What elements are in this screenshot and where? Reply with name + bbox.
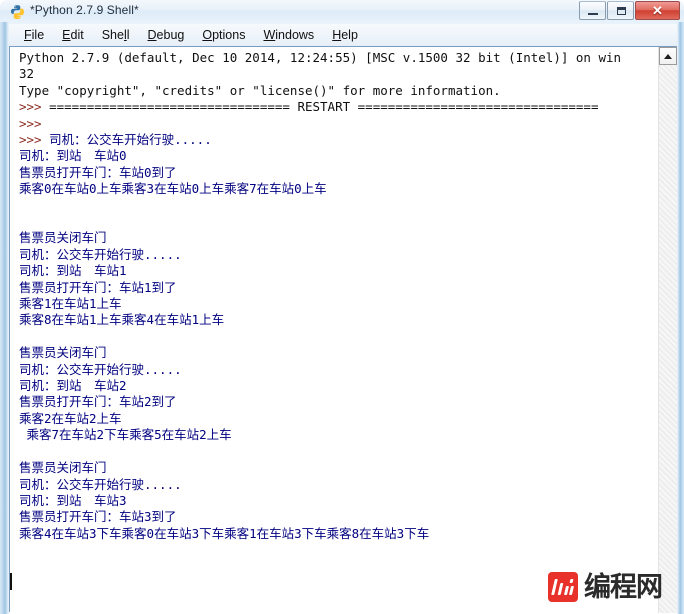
console-line: 售票员打开车门：车站2到了 <box>19 394 177 410</box>
menu-item-file[interactable]: File <box>15 26 53 44</box>
console-line: 司机：到站 车站1 <box>19 263 127 279</box>
minimize-icon <box>588 13 598 15</box>
window-frame-right <box>677 22 684 614</box>
console-line: 司机：公交车开始行驶..... <box>19 361 182 377</box>
maximize-button[interactable] <box>607 1 634 20</box>
prompt-marker: >>> <box>19 99 42 115</box>
console-line: 售票员关闭车门 <box>19 460 107 476</box>
console-line-text: 司机：公交车开始行驶..... <box>41 132 212 148</box>
scroll-up-button[interactable] <box>659 47 677 65</box>
console-line: >>> <box>19 116 658 132</box>
watermark: 编程网 <box>548 571 663 603</box>
prompt-marker: >>> <box>19 115 42 131</box>
scroll-up-arrow-icon <box>664 53 672 59</box>
menu-bar: File Edit Shell Debug Options Windows He… <box>9 24 677 46</box>
menu-item-debug[interactable]: Debug <box>139 26 194 44</box>
console-line: 32 <box>19 66 35 82</box>
console-line: 司机：公交车开始行驶..... <box>19 246 182 262</box>
console-line: Type "copyright", "credits" or "license(… <box>19 82 501 98</box>
python-idle-icon <box>9 4 25 20</box>
window-title: *Python 2.7.9 Shell* <box>30 3 139 17</box>
watermark-text: 编程网 <box>584 571 663 603</box>
console-line: 乘客7在车站2下车乘客5在车站2上车 <box>19 427 232 443</box>
console-output[interactable]: Python 2.7.9 (default, Dec 10 2014, 12:2… <box>10 47 658 613</box>
menu-item-help[interactable]: Help <box>323 26 367 44</box>
console-line: 司机：到站 车站2 <box>19 378 127 394</box>
console-line: 司机：到站 车站0 <box>19 148 127 164</box>
scrollbar-track[interactable] <box>659 65 677 613</box>
console-line-text: ================================ RESTART… <box>41 99 599 115</box>
console-line: 售票员关闭车门 <box>19 230 107 246</box>
vertical-scrollbar[interactable] <box>658 47 677 613</box>
close-button[interactable]: ✕ <box>635 1 680 20</box>
console-line: Python 2.7.9 (default, Dec 10 2014, 12:2… <box>19 50 622 65</box>
idle-shell-window: *Python 2.7.9 Shell* ✕ File Edit Shell D… <box>0 0 684 614</box>
console-line: 乘客4在车站3下车乘客0在车站3下车乘客1在车站3下车乘客8在车站3下车 <box>19 525 430 541</box>
console-line: 司机：公交车开始行驶..... <box>19 476 182 492</box>
console-line: >>> 司机：公交车开始行驶..... <box>19 132 658 148</box>
window-frame-left <box>0 22 9 614</box>
menu-item-windows[interactable]: Windows <box>254 26 323 44</box>
menu-item-shell[interactable]: Shell <box>93 26 139 44</box>
console-line: 售票员关闭车门 <box>19 345 107 361</box>
console-line: 乘客8在车站1上车乘客4在车站1上车 <box>19 312 225 328</box>
menu-item-edit[interactable]: Edit <box>53 26 93 44</box>
watermark-logo-icon <box>548 572 578 602</box>
console-line: 售票员打开车门：车站3到了 <box>19 509 177 525</box>
console-line: >>> ================================ RES… <box>19 99 658 115</box>
console-line: 司机：到站 车站3 <box>19 492 127 508</box>
console-line: 乘客2在车站2上车 <box>19 410 122 426</box>
console-line: 乘客0在车站0上车乘客3在车站0上车乘客7在车站0上车 <box>19 181 327 197</box>
console-line-text <box>42 116 50 131</box>
close-icon: ✕ <box>652 2 663 18</box>
window-controls: ✕ <box>578 1 680 21</box>
console-line: 售票员打开车门：车站0到了 <box>19 164 177 180</box>
console-line: 乘客1在车站1上车 <box>19 296 122 312</box>
minimize-button[interactable] <box>579 1 606 20</box>
menu-item-options[interactable]: Options <box>193 26 254 44</box>
maximize-icon <box>617 7 626 15</box>
shell-text-area[interactable]: Python 2.7.9 (default, Dec 10 2014, 12:2… <box>9 46 677 613</box>
text-caret <box>10 573 12 590</box>
title-bar[interactable]: *Python 2.7.9 Shell* ✕ <box>0 0 684 24</box>
console-line: 售票员打开车门：车站1到了 <box>19 279 177 295</box>
prompt-marker: >>> <box>19 132 42 148</box>
